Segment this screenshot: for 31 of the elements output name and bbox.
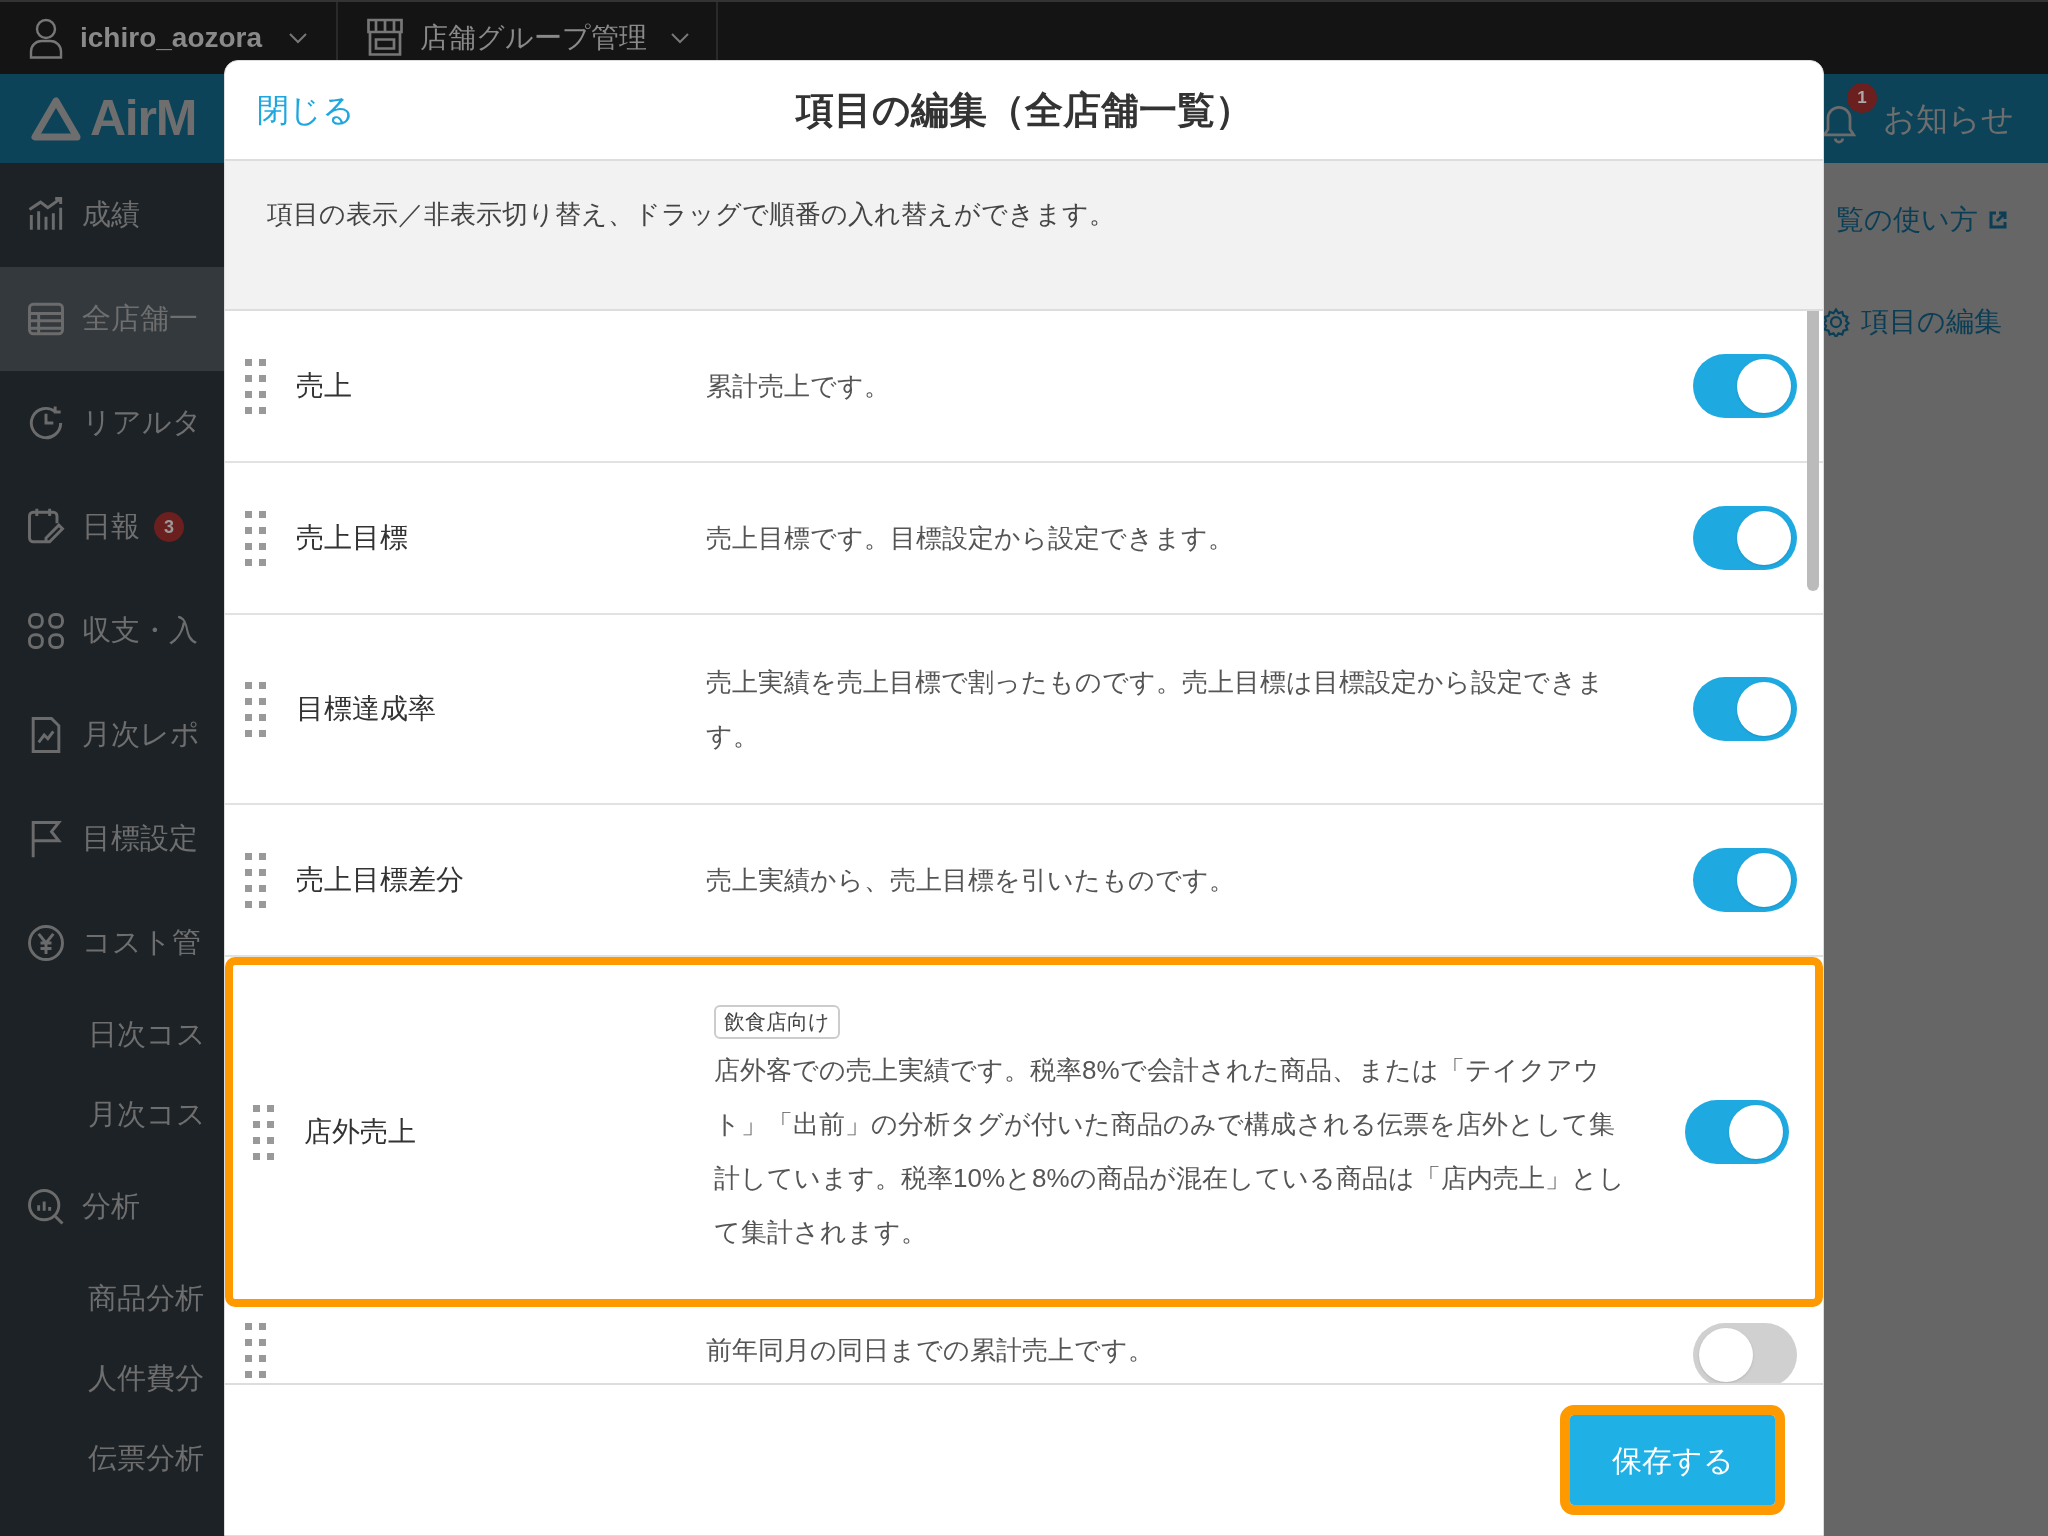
sidebar-label: 全店舗一 [82, 301, 198, 337]
sidebar-label: コスト管 [82, 925, 201, 961]
item-description: 店外客での売上実績です。税率8%で会計された商品、または「テイクアウト」「出前」の分析タグが付いた商品のみで構成される伝票を店外として集計しています。税率10%と8%の商品が混在している商品は「店内売上」として集計されます。 [714, 1054, 1625, 1249]
item-description: 前年同月の同日までの累計売上です。 [706, 1334, 1154, 1367]
sidebar-label: 商品分析 [88, 1281, 204, 1317]
sidebar-label: 人件費分 [88, 1361, 204, 1397]
sidebar-label: リアルタ [82, 405, 202, 441]
category-tag: 飲食店向け [714, 1005, 840, 1039]
notification-badge: 1 [1847, 82, 1877, 113]
modal-description: 項目の表示／非表示切り替え、ドラッグで順番の入れ替えができます。 [267, 199, 1115, 229]
item-description: 売上実績から、売上目標を引いたものです。 [706, 864, 1235, 897]
item-name: 店外売上 [304, 1116, 416, 1147]
item-name: 売上目標差分 [296, 864, 464, 895]
item-name: 売上目標 [296, 522, 408, 553]
sidebar-label: 日次コス [88, 1017, 206, 1053]
item-name: 売上 [296, 370, 352, 401]
item-description: 売上目標です。目標設定から設定できます。 [706, 522, 1234, 555]
sidebar-label: 目標設定 [82, 821, 198, 857]
sidebar-label: 伝票分析 [88, 1441, 204, 1477]
item-description: 累計売上です。 [706, 370, 890, 403]
item-name: 目標達成率 [296, 693, 436, 724]
sidebar-label: 成績 [82, 197, 140, 233]
item-description: 売上実績を売上目標で割ったものです。売上目標は目標設定から設定できます。 [706, 666, 1605, 753]
sidebar-label: 日報 [82, 509, 140, 545]
sidebar-label: 月次コス [88, 1097, 206, 1133]
logo-text: AirM [90, 89, 197, 148]
sidebar-label: 分析 [82, 1189, 140, 1225]
sidebar-label: 月次レポ [82, 717, 200, 753]
sidebar-label: 収支・入 [82, 613, 198, 649]
count-badge: 3 [154, 512, 184, 542]
modal-title: 項目の編集（全店舗一覧） [795, 87, 1253, 133]
